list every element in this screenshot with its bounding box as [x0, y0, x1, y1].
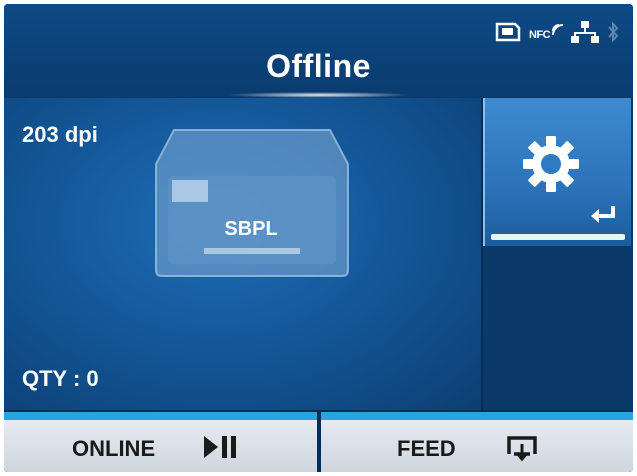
status-title: Offline — [266, 48, 371, 84]
settings-underline — [491, 234, 625, 240]
play-pause-icon — [204, 436, 236, 458]
nfc-label: NFC — [529, 29, 551, 41]
sd-card-icon — [495, 22, 521, 47]
online-button-label: ONLINE — [72, 436, 156, 461]
print-resolution: 203 dpi — [22, 122, 98, 147]
bluetooth-icon — [607, 21, 619, 48]
bottom-button-bar: ONLINE FEED — [4, 412, 633, 472]
feed-button[interactable]: FEED — [321, 412, 633, 472]
network-icon — [571, 20, 599, 49]
printer-display: Offline NFC 203 dpi SBPL QTY: 0 ONLINE … — [4, 4, 633, 472]
status-icon-bar: NFC — [495, 20, 619, 48]
feed-button-label: FEED — [397, 436, 456, 461]
online-button-accent — [4, 412, 317, 420]
header-bar: Offline NFC — [4, 4, 633, 98]
printer-status-panel: 203 dpi SBPL QTY : 0 — [4, 98, 481, 410]
command-language-label: SBPL — [224, 218, 278, 240]
settings-button[interactable] — [483, 98, 631, 246]
gear-icon — [523, 136, 579, 192]
enter-icon — [591, 206, 615, 223]
printer-graphic-icon — [155, 129, 349, 277]
feed-button-accent — [321, 412, 633, 420]
nfc-icon: NFC — [529, 23, 564, 45]
online-button[interactable]: ONLINE — [4, 412, 317, 472]
print-quantity: QTY : 0 — [22, 366, 99, 391]
feed-icon — [507, 436, 537, 462]
